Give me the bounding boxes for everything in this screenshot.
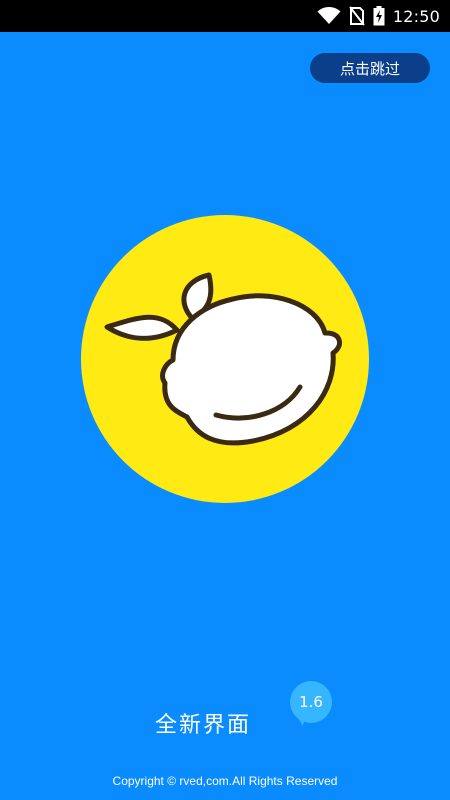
wifi-icon <box>317 6 341 26</box>
lemon-logo-icon <box>81 215 369 503</box>
status-bar: 12:50 <box>0 0 450 32</box>
no-sim-icon <box>349 6 365 26</box>
skip-button[interactable]: 点击跳过 <box>310 53 430 83</box>
copyright-text: Copyright © rved,com.All Rights Reserved <box>112 774 338 788</box>
brand-title: 全新界面 <box>155 713 252 738</box>
battery-charging-icon <box>373 6 385 26</box>
version-badge: 1.6 <box>290 681 332 723</box>
status-time: 12:50 <box>392 6 440 26</box>
